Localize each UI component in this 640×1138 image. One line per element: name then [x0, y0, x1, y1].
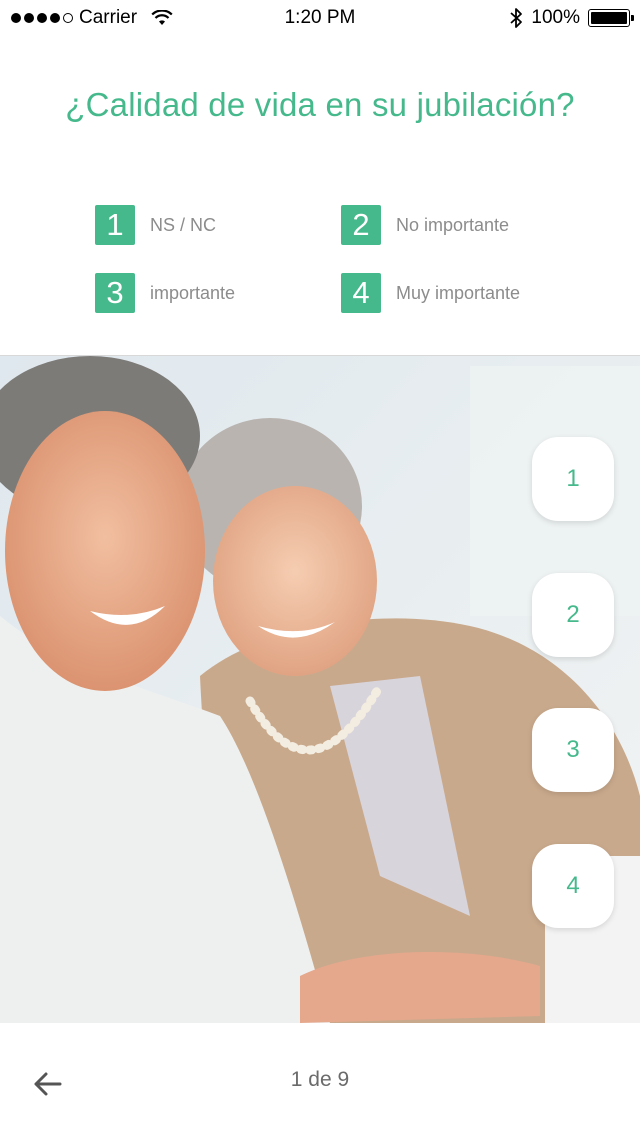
status-right: 100%: [509, 7, 634, 29]
legend-item-1: 1 NS / NC: [95, 205, 216, 245]
legend-number-badge: 2: [341, 205, 381, 245]
page-indicator: 1 de 9: [290, 1068, 350, 1091]
battery-icon: [588, 9, 634, 27]
screen: Carrier 1:20 PM 100% ¿Calidad de vida en…: [0, 0, 640, 1138]
option-button-2[interactable]: 2: [532, 573, 614, 657]
legend-item-4: 4 Muy importante: [341, 273, 520, 313]
legend-label: NS / NC: [150, 214, 217, 235]
battery-percent: 100%: [531, 7, 580, 28]
legend-item-3: 3 importante: [95, 273, 235, 313]
legend-label: No importante: [396, 214, 510, 235]
legend-label: importante: [150, 282, 236, 303]
status-bar: Carrier 1:20 PM 100%: [0, 0, 640, 36]
battery-tip: [631, 15, 634, 21]
battery-fill: [591, 12, 627, 24]
option-button-1[interactable]: 1: [532, 437, 614, 521]
senior-couple-photo: 1 2 3 4: [0, 356, 640, 1023]
legend-number-badge: 4: [341, 273, 381, 313]
option-button-4[interactable]: 4: [532, 844, 614, 928]
legend-number-badge: 1: [95, 205, 135, 245]
question-title: ¿Calidad de vida en su jubilación?: [65, 86, 575, 123]
bluetooth-icon: [510, 8, 523, 28]
option-button-3[interactable]: 3: [532, 708, 614, 792]
legend-item-2: 2 No importante: [341, 205, 509, 245]
legend-number-badge: 3: [95, 273, 135, 313]
legend-label: Muy importante: [396, 282, 521, 303]
